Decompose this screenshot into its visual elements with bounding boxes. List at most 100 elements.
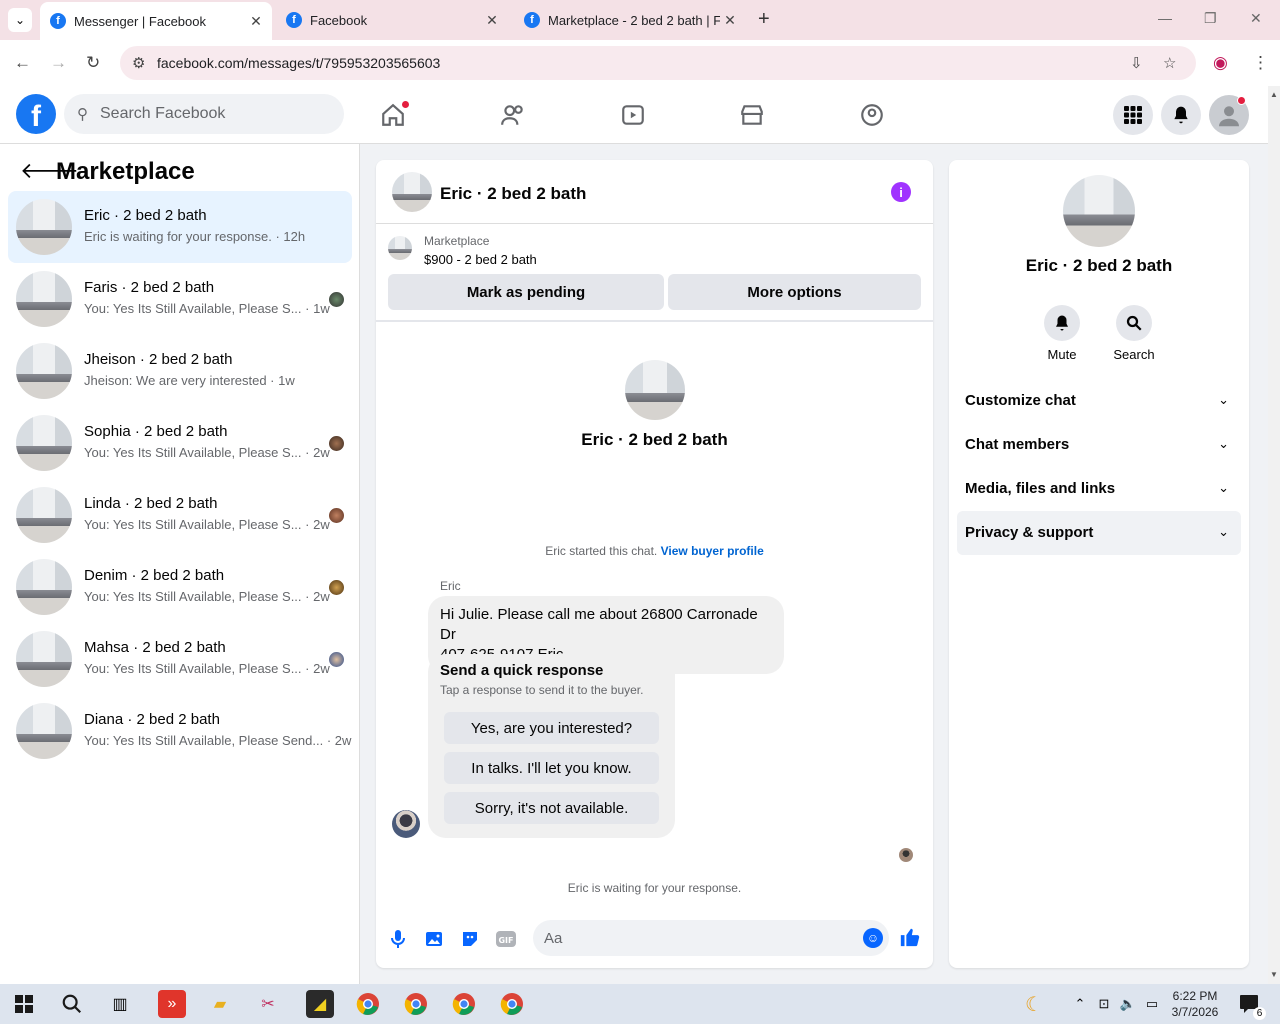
reload-icon[interactable]: ↻ [86, 53, 100, 73]
install-icon[interactable]: ⇩ [1130, 54, 1143, 72]
sticker-icon[interactable] [459, 928, 481, 950]
site-info-icon[interactable]: ⚙ [132, 54, 145, 72]
conversation-jheison[interactable]: Jheison · 2 bed 2 bath Jheison: We are v… [8, 335, 352, 407]
app-red-icon[interactable]: » [158, 990, 186, 1018]
restore-icon[interactable]: ❐ [1204, 10, 1217, 27]
microphone-icon[interactable] [387, 928, 409, 950]
notification-count-badge: 6 [1253, 1007, 1266, 1020]
new-tab-icon[interactable]: + [758, 8, 770, 31]
quick-response-in-talks[interactable]: In talks. I'll let you know. [444, 752, 659, 784]
url-field[interactable]: ⚙ facebook.com/messages/t/79595320356560… [120, 46, 1196, 80]
quick-response-not-available[interactable]: Sorry, it's not available. [444, 792, 659, 824]
groups-icon[interactable] [857, 100, 887, 130]
chat-details-panel: Eric · 2 bed 2 bath Mute Search Customiz… [949, 160, 1249, 968]
windows-start-icon[interactable] [10, 990, 38, 1018]
chat-title[interactable]: Eric · 2 bed 2 bath [440, 184, 586, 204]
menu-kebab-icon[interactable]: ⋮ [1252, 53, 1269, 73]
address-bar: ← → ↻ ⚙ facebook.com/messages/t/79595320… [0, 40, 1280, 86]
minimize-icon[interactable]: — [1158, 10, 1172, 26]
chat-avatar[interactable] [392, 172, 432, 212]
chrome-profile-2-icon[interactable] [402, 990, 430, 1018]
search-input[interactable]: ⚲ Search Facebook [64, 94, 344, 134]
close-window-icon[interactable]: ✕ [1250, 10, 1262, 27]
message-input[interactable]: Aa ☺ [533, 920, 889, 956]
conversation-sophia[interactable]: Sophia · 2 bed 2 bath You: Yes Its Still… [8, 407, 352, 479]
thumbs-up-icon[interactable] [899, 926, 921, 948]
search-conversation-button[interactable]: Search [1104, 305, 1164, 362]
profile-icon[interactable]: ◉ [1213, 53, 1228, 73]
chrome-profile-3-icon[interactable] [450, 990, 478, 1018]
file-explorer-icon[interactable]: ▰ [206, 990, 234, 1018]
conversation-linda[interactable]: Linda · 2 bed 2 bath You: Yes Its Still … [8, 479, 352, 551]
info-icon[interactable]: i [891, 182, 911, 202]
video-icon[interactable] [618, 100, 648, 130]
notifications-bell-icon[interactable] [1161, 95, 1201, 135]
windows-taskbar: ▥ » ▰ ✂ ◢ ☾ ⌃ ⊡ 🔈 ▭ 6:22 PM 3/7/2026 6 [0, 984, 1280, 1024]
listing-avatar [16, 199, 72, 255]
night-mode-moon-icon[interactable]: ☾ [1020, 990, 1048, 1018]
listing-price[interactable]: $900 - 2 bed 2 bath [424, 252, 537, 267]
search-icon[interactable] [58, 990, 86, 1018]
more-options-button[interactable]: More options [668, 274, 921, 310]
chrome-profile-4-icon[interactable] [498, 990, 526, 1018]
tab-facebook[interactable]: f Facebook ✕ [276, 4, 508, 36]
conversation-diana[interactable]: Diana · 2 bed 2 bath You: Yes Its Still … [8, 695, 352, 767]
home-notification-dot [401, 100, 410, 109]
listing-thumbnail[interactable] [388, 236, 412, 260]
media-files-links-section[interactable]: Media, files and links ⌄ [957, 467, 1241, 511]
bookmark-star-icon[interactable]: ☆ [1163, 54, 1176, 72]
mute-button[interactable]: Mute [1032, 305, 1092, 362]
close-tab-icon[interactable]: ✕ [482, 12, 502, 29]
view-buyer-profile-link[interactable]: View buyer profile [661, 544, 764, 558]
facebook-favicon-icon: f [50, 13, 66, 29]
listing-bar: Marketplace $900 - 2 bed 2 bath Mark as … [376, 224, 933, 322]
page-scrollbar[interactable]: ▲ ▼ [1268, 86, 1280, 984]
mark-pending-button[interactable]: Mark as pending [388, 274, 664, 310]
tab-search-icon[interactable]: ⌄ [8, 8, 32, 32]
chat-members-section[interactable]: Chat members ⌄ [957, 423, 1241, 467]
customize-chat-section[interactable]: Customize chat ⌄ [957, 379, 1241, 423]
tab-messenger[interactable]: f Messenger | Facebook ✕ [40, 2, 272, 40]
facebook-header: f ⚲ Search Facebook [0, 86, 1268, 144]
message-sender: Eric [440, 579, 461, 593]
friends-icon[interactable] [498, 100, 528, 130]
photo-icon[interactable] [423, 928, 445, 950]
marketplace-chat-list: 🡐 Marketplace Eric · 2 bed 2 bath Eric i… [0, 144, 360, 984]
sender-avatar[interactable] [392, 810, 420, 838]
page-title: Marketplace [56, 158, 195, 185]
notification-center-icon[interactable]: 6 [1236, 990, 1266, 1020]
svg-text:GIF: GIF [498, 936, 513, 945]
listing-avatar [16, 415, 72, 471]
account-notification-dot [1237, 96, 1246, 105]
facebook-logo-icon[interactable]: f [16, 94, 56, 134]
emoji-icon[interactable]: ☺ [863, 928, 883, 948]
chat-header: Eric · 2 bed 2 bath i [376, 160, 933, 224]
quick-response-yes[interactable]: Yes, are you interested? [444, 712, 659, 744]
chrome-icon[interactable] [354, 990, 382, 1018]
privacy-support-section[interactable]: Privacy & support ⌄ [957, 511, 1241, 555]
close-tab-icon[interactable]: ✕ [720, 12, 740, 29]
scroll-up-icon[interactable]: ▲ [1270, 90, 1278, 99]
chat-started-notice: Eric started this chat. View buyer profi… [545, 544, 764, 558]
gif-icon[interactable]: GIF [495, 928, 517, 950]
scroll-down-icon[interactable]: ▼ [1270, 970, 1278, 979]
conversation-mahsa[interactable]: Mahsa · 2 bed 2 bath You: Yes Its Still … [8, 623, 352, 695]
details-avatar[interactable] [1063, 175, 1135, 247]
conversation-eric[interactable]: Eric · 2 bed 2 bath Eric is waiting for … [8, 191, 352, 263]
snipping-tool-icon[interactable]: ✂ [254, 990, 282, 1018]
search-icon: ⚲ [77, 106, 88, 123]
conversation-denim[interactable]: Denim · 2 bed 2 bath You: Yes Its Still … [8, 551, 352, 623]
sticky-app-icon[interactable]: ◢ [306, 990, 334, 1018]
conversation-faris[interactable]: Faris · 2 bed 2 bath You: Yes Its Still … [8, 263, 352, 335]
seen-avatar [329, 436, 344, 451]
close-tab-icon[interactable]: ✕ [246, 13, 266, 30]
marketplace-icon[interactable] [737, 100, 767, 130]
clock[interactable]: 6:22 PM 3/7/2026 [1162, 988, 1228, 1020]
seen-receipt-avatar [899, 848, 913, 862]
chat-profile-name: Eric · 2 bed 2 bath [581, 430, 728, 449]
forward-icon[interactable]: → [50, 53, 67, 73]
menu-grid-icon[interactable] [1113, 95, 1153, 135]
tab-marketplace[interactable]: f Marketplace - 2 bed 2 bath | Fa ✕ [514, 4, 746, 36]
task-view-icon[interactable]: ▥ [106, 990, 134, 1018]
back-icon[interactable]: ← [14, 53, 31, 73]
